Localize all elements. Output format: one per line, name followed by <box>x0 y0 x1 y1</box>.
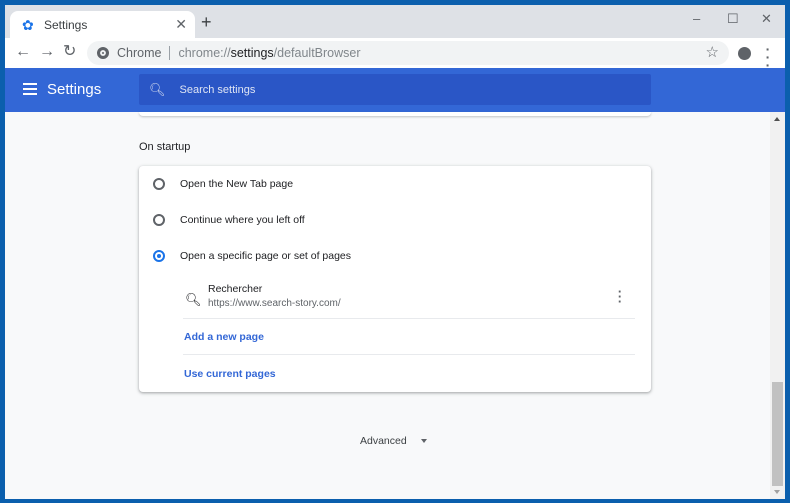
tab-settings[interactable]: ✿ Settings ✕ <box>10 11 195 38</box>
scroll-up-arrow-icon[interactable] <box>774 117 780 121</box>
close-window-button[interactable]: ✕ <box>761 11 772 27</box>
page-name: Rechercher <box>208 283 263 295</box>
scroll-down-arrow-icon[interactable] <box>774 490 780 494</box>
page-title: Settings <box>47 81 102 98</box>
advanced-button[interactable]: Advanced <box>360 435 427 447</box>
settings-content: On startup Open the New Tab page Continu… <box>5 112 770 499</box>
radio-open-new-tab[interactable]: Open the New Tab page <box>153 178 293 190</box>
site-chip: Chrome <box>117 46 162 60</box>
previous-card-edge <box>139 112 651 116</box>
browser-window: ✿ Settings ✕ + – ☐ ✕ ← → ↻ Chrome chrome… <box>5 5 785 499</box>
radio-label: Continue where you left off <box>180 214 305 226</box>
page-url: https://www.search-story.com/ <box>208 298 341 309</box>
on-startup-card: Open the New Tab page Continue where you… <box>139 166 651 392</box>
url-prefix: chrome:// <box>178 46 231 60</box>
url-path: /defaultBrowser <box>273 46 361 60</box>
reload-button[interactable]: ↻ <box>63 43 76 61</box>
toolbar: ← → ↻ Chrome chrome://settings/defaultBr… <box>5 38 785 72</box>
hamburger-menu-icon[interactable] <box>23 83 37 98</box>
profile-avatar-icon[interactable] <box>738 47 751 60</box>
url-host: settings <box>230 46 274 60</box>
add-new-page-link[interactable]: Add a new page <box>184 331 264 343</box>
tab-title: Settings <box>44 17 88 32</box>
bookmark-star-icon[interactable]: ☆ <box>706 43 719 61</box>
more-actions-icon[interactable]: · · · <box>617 285 623 308</box>
address-bar[interactable]: Chrome chrome://settings/defaultBrowser … <box>87 41 729 65</box>
advanced-label: Advanced <box>360 435 407 447</box>
chrome-menu-button[interactable]: · · · <box>765 42 771 72</box>
radio-label: Open the New Tab page <box>180 178 294 190</box>
divider <box>183 318 635 319</box>
close-tab-icon[interactable]: ✕ <box>175 16 187 33</box>
maximize-button[interactable]: ☐ <box>727 11 739 27</box>
search-icon: 🔍︎ <box>149 81 166 97</box>
chrome-icon <box>97 47 109 59</box>
back-button[interactable]: ← <box>15 43 31 61</box>
settings-header: Settings 🔍︎ <box>5 68 785 112</box>
divider <box>183 354 635 355</box>
minimize-button[interactable]: – <box>693 11 700 26</box>
search-box[interactable]: 🔍︎ <box>139 74 651 105</box>
use-current-pages-link[interactable]: Use current pages <box>184 368 276 380</box>
new-tab-button[interactable]: + <box>201 13 212 31</box>
radio-button[interactable] <box>153 214 165 226</box>
radio-specific-pages[interactable]: Open a specific page or set of pages <box>153 250 351 262</box>
vertical-scrollbar[interactable] <box>770 112 785 499</box>
startup-page-entry: 🔍︎ Rechercher https://www.search-story.c… <box>183 280 635 318</box>
scrollbar-thumb[interactable] <box>772 382 783 486</box>
search-input[interactable] <box>179 83 620 96</box>
gear-icon: ✿ <box>22 16 34 33</box>
radio-continue[interactable]: Continue where you left off <box>153 214 305 226</box>
omnibox-separator <box>169 46 171 60</box>
radio-button-selected[interactable] <box>153 250 165 262</box>
radio-label: Open a specific page or set of pages <box>180 250 352 262</box>
tab-strip: ✿ Settings ✕ + – ☐ ✕ <box>5 5 785 38</box>
on-startup-heading: On startup <box>139 141 191 153</box>
forward-button[interactable]: → <box>39 43 55 61</box>
dropdown-arrow-icon <box>420 439 427 443</box>
radio-button[interactable] <box>153 178 165 190</box>
search-icon: 🔍︎ <box>185 292 202 307</box>
